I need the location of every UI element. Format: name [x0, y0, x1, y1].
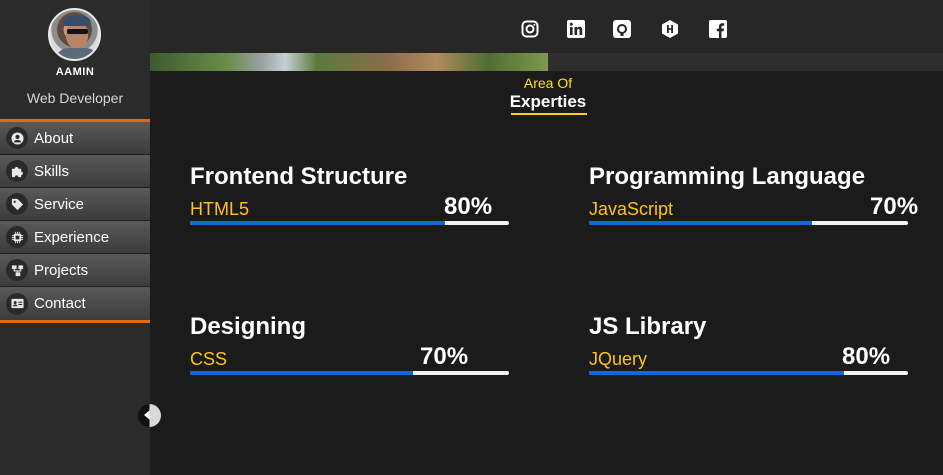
sidebar-item-label: Projects — [34, 261, 89, 279]
skill-name: JavaScript — [589, 199, 674, 219]
skill-category: Designing — [190, 313, 307, 340]
user-icon — [6, 127, 28, 149]
skill-category: Programming Language — [589, 163, 866, 190]
sitemap-icon — [6, 259, 28, 281]
skill-progress-bar — [190, 221, 509, 225]
avatar — [48, 8, 101, 61]
sidebar-item-skills[interactable]: Skills — [0, 155, 150, 188]
sidebar-item-label: Experience — [34, 228, 110, 246]
sidebar-menu: About Skills Service Experience Projects… — [0, 119, 150, 323]
chevron-left-icon — [144, 410, 150, 420]
facebook-icon[interactable] — [709, 20, 727, 38]
skill-progress-bar — [589, 221, 908, 225]
skill-progress-fill — [589, 221, 813, 225]
sidebar-item-about[interactable]: About — [0, 122, 150, 155]
linkedin-icon[interactable] — [567, 20, 585, 38]
skill-progress-bar — [589, 371, 908, 375]
skill-percent: 70% — [870, 193, 919, 220]
skill-percent: 80% — [444, 193, 493, 220]
sidebar-item-label: About — [34, 129, 74, 147]
instagram-icon[interactable] — [521, 20, 539, 38]
skill-category: JS Library — [589, 313, 707, 340]
sidebar-item-experience[interactable]: Experience — [0, 221, 150, 254]
skill-progress-fill — [589, 371, 845, 375]
chip-icon — [6, 226, 28, 248]
section-subtitle: Area Of — [523, 75, 573, 91]
id-card-icon — [6, 292, 28, 315]
profile-name: AAMIN — [55, 66, 95, 78]
section-title-underline — [511, 113, 587, 115]
hero-image-overlay — [548, 53, 943, 71]
skill-progress-fill — [190, 221, 446, 225]
puzzle-icon — [6, 160, 28, 182]
sidebar: AAMIN Web Developer About Skills Service — [0, 0, 150, 475]
sidebar-item-label: Contact — [34, 295, 86, 312]
hero-image — [150, 53, 548, 71]
skill-category: Frontend Structure — [190, 163, 408, 190]
skill-name: HTML5 — [190, 199, 250, 219]
sidebar-item-service[interactable]: Service — [0, 188, 150, 221]
skill-progress-fill — [190, 371, 414, 375]
tag-icon — [6, 193, 28, 215]
sidebar-item-contact[interactable]: Contact — [0, 287, 150, 320]
skill-percent: 80% — [842, 343, 891, 370]
sidebar-item-label: Skills — [34, 162, 70, 180]
skill-progress-bar — [190, 371, 509, 375]
profile-role: Web Developer — [26, 90, 124, 106]
github-icon[interactable] — [613, 20, 631, 38]
skill-name: CSS — [190, 349, 228, 369]
portfolio-page: AAMIN Web Developer About Skills Service — [0, 0, 943, 475]
theme-toggle-button[interactable] — [138, 404, 161, 427]
skill-name: JQuery — [589, 349, 648, 369]
sidebar-item-projects[interactable]: Projects — [0, 254, 150, 287]
sidebar-item-label: Service — [34, 195, 85, 213]
skill-percent: 70% — [420, 343, 469, 370]
hashnode-icon[interactable] — [661, 20, 679, 38]
section-title: Experties — [509, 92, 587, 111]
